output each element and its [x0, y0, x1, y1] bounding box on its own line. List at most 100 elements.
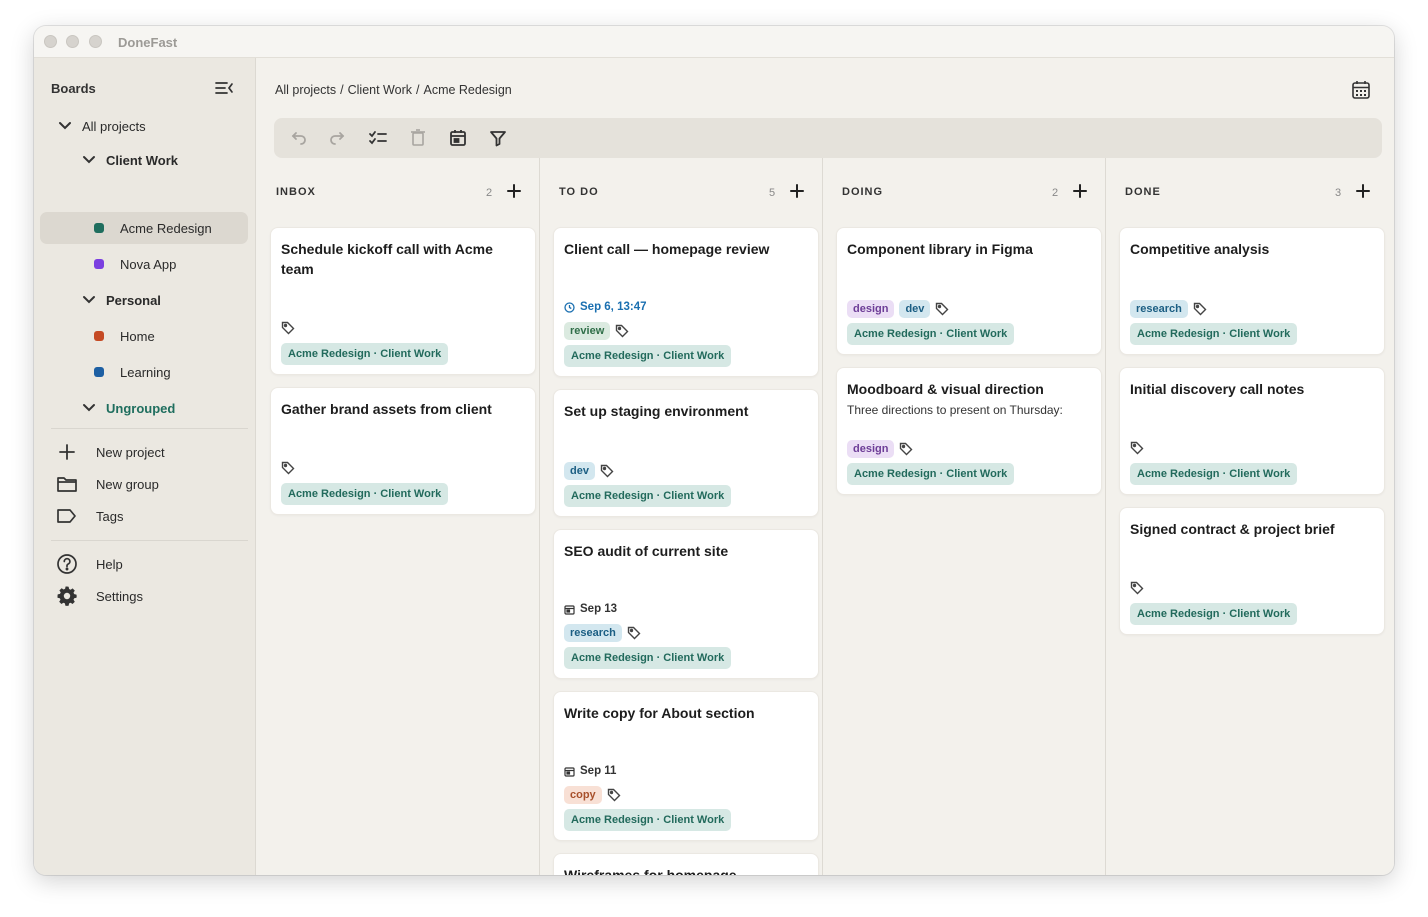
task-card[interactable]: Competitive analysis research Acme Redes… [1119, 227, 1385, 355]
breadcrumb-separator: / [340, 83, 344, 97]
project-color-dot [94, 331, 104, 341]
tag-row: design dev [847, 300, 949, 318]
calendar-view-icon[interactable] [1350, 79, 1372, 101]
settings-button[interactable]: Settings [56, 582, 143, 610]
card-title: Competitive analysis [1130, 241, 1270, 257]
undo-button[interactable] [288, 128, 308, 148]
project-chip: Acme Redesign · Client Work [564, 809, 732, 831]
tree-item-nova-app[interactable]: Nova App [94, 248, 176, 280]
card-title: Moodboard & visual direction [847, 381, 1044, 397]
tag-row [1130, 581, 1144, 595]
card-title: Schedule kickoff call with Acme team [281, 241, 493, 277]
tag-chip[interactable]: design [847, 440, 895, 458]
tree-item-acme-redesign[interactable]: Acme Redesign [94, 212, 212, 244]
new-group-button[interactable]: New group [56, 470, 159, 498]
breadcrumb-separator: / [416, 83, 420, 97]
select-tasks-button[interactable] [368, 128, 388, 148]
main-area: All projects / Client Work / Acme Redesi… [257, 58, 1394, 875]
card-description: Three directions to present on Thursday: [847, 403, 1063, 417]
gear-icon [57, 586, 77, 606]
add-tag-icon[interactable] [1193, 302, 1207, 316]
tag-chip[interactable]: dev [564, 462, 595, 480]
add-card-icon[interactable] [506, 183, 522, 199]
add-tag-icon[interactable] [899, 442, 913, 456]
help-button[interactable]: Help [56, 550, 123, 578]
task-card[interactable]: Component library in Figma design dev Ac… [836, 227, 1102, 355]
tag-chip[interactable]: review [564, 322, 611, 340]
add-tag-icon[interactable] [627, 626, 641, 640]
tree-item-ungrouped[interactable]: Ungrouped [82, 392, 175, 424]
tag-chip[interactable]: design [847, 300, 895, 318]
tree-item-label: Ungrouped [106, 400, 176, 416]
tree-item-label: Acme Redesign [120, 220, 212, 236]
new-project-button[interactable]: New project [56, 438, 165, 466]
tree-item-client-work[interactable]: Client Work [82, 144, 178, 176]
tag-row: dev [564, 462, 614, 480]
column-count: 5 [769, 187, 776, 199]
task-card[interactable]: Client call — homepage review Sep 6, 13:… [553, 227, 819, 377]
close-window-button[interactable] [44, 35, 57, 48]
task-card[interactable]: Moodboard & visual direction Three direc… [836, 367, 1102, 495]
project-color-dot [94, 367, 104, 377]
tag-chip[interactable]: dev [899, 300, 931, 318]
sidebar: Boards All projects Client Work Acme Red… [34, 58, 256, 875]
project-chip: Acme Redesign · Client Work [1130, 463, 1298, 485]
chevron-down-icon [59, 122, 71, 130]
add-tag-icon[interactable] [607, 788, 621, 802]
task-card[interactable]: Gather brand assets from client Acme Red… [270, 387, 536, 515]
tag-row [281, 461, 295, 475]
column-title: DONE [1125, 186, 1161, 198]
filter-icon [490, 131, 506, 147]
action-label: Settings [96, 588, 143, 604]
tag-chip[interactable]: research [1130, 300, 1188, 318]
tag-chip[interactable]: copy [564, 786, 602, 804]
add-tag-icon[interactable] [615, 324, 629, 338]
tree-item-label: Nova App [120, 256, 177, 272]
card-title: Component library in Figma [847, 241, 1033, 257]
add-tag-icon[interactable] [935, 302, 949, 316]
minimize-window-button[interactable] [66, 35, 79, 48]
schedule-button[interactable] [448, 128, 468, 148]
kanban-board: INBOX 2 Schedule kickoff call with Acme … [257, 158, 1394, 875]
task-card[interactable]: Schedule kickoff call with Acme team Acm… [270, 227, 536, 375]
task-card[interactable]: Wireframes for homepage [553, 853, 819, 875]
tree-item-label: All projects [82, 118, 146, 134]
add-tag-icon[interactable] [1130, 441, 1144, 455]
project-chip: Acme Redesign · Client Work [1130, 323, 1298, 345]
add-card-icon[interactable] [1355, 183, 1371, 199]
action-label: New group [96, 476, 159, 492]
breadcrumb-all-projects[interactable]: All projects [275, 83, 336, 97]
tags-button[interactable]: Tags [56, 502, 123, 530]
zoom-window-button[interactable] [89, 35, 102, 48]
task-card[interactable]: Write copy for About section Sep 11 copy… [553, 691, 819, 841]
card-title: Set up staging environment [564, 403, 749, 419]
tag-outline-icon [57, 509, 76, 523]
plus-icon [59, 444, 75, 460]
breadcrumb: All projects / Client Work / Acme Redesi… [275, 83, 512, 97]
tree-item-all-projects[interactable]: All projects [58, 110, 146, 142]
add-tag-icon[interactable] [281, 461, 295, 475]
title-bar: DoneFast [34, 26, 1394, 58]
card-title: Signed contract & project brief [1130, 521, 1335, 537]
tree-item-personal[interactable]: Personal [82, 284, 161, 316]
task-card[interactable]: SEO audit of current site Sep 13 researc… [553, 529, 819, 679]
redo-button[interactable] [328, 128, 348, 148]
add-card-icon[interactable] [789, 183, 805, 199]
task-card[interactable]: Signed contract & project brief Acme Red… [1119, 507, 1385, 635]
task-card[interactable]: Set up staging environment dev Acme Rede… [553, 389, 819, 517]
add-tag-icon[interactable] [281, 321, 295, 335]
filter-button[interactable] [488, 128, 508, 148]
add-tag-icon[interactable] [600, 464, 614, 478]
tag-chip[interactable]: research [564, 624, 622, 642]
task-card[interactable]: Initial discovery call notes Acme Redesi… [1119, 367, 1385, 495]
delete-button[interactable] [408, 128, 428, 148]
tag-row: research [564, 624, 641, 642]
tree-item-learning[interactable]: Learning [94, 356, 171, 388]
add-card-icon[interactable] [1072, 183, 1088, 199]
tree-item-home[interactable]: Home [94, 320, 155, 352]
collapse-sidebar-icon[interactable] [214, 79, 234, 97]
project-color-dot [94, 223, 104, 233]
tag-row: review [564, 322, 629, 340]
breadcrumb-client-work[interactable]: Client Work [348, 83, 412, 97]
add-tag-icon[interactable] [1130, 581, 1144, 595]
